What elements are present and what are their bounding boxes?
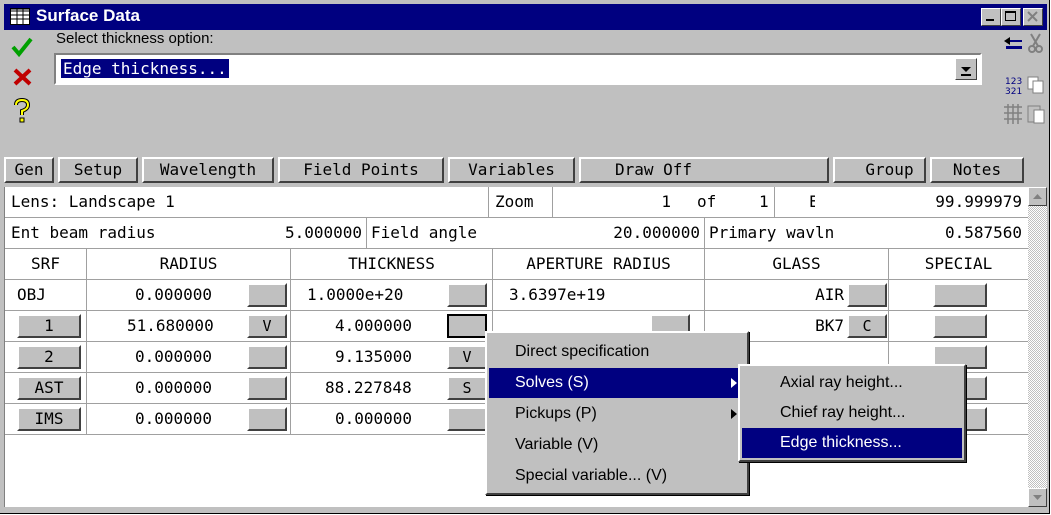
scroll-up-button[interactable] <box>1028 187 1047 206</box>
submenu-item-chief-ray-height[interactable]: Chief ray height... <box>742 398 962 428</box>
glass-solve-button[interactable]: C <box>847 314 887 338</box>
submenu-item-edge-thickness[interactable]: Edge thickness... <box>742 428 962 458</box>
menu-item-label: Pickups (P) <box>515 405 597 422</box>
submenu-item-axial-ray-height[interactable]: Axial ray height... <box>742 368 962 398</box>
svg-text:123: 123 <box>1005 77 1022 87</box>
efl-label: Efl <box>775 187 815 218</box>
menu-item-direct-specification[interactable]: Direct specification <box>489 337 745 367</box>
title-bar[interactable]: Surface Data <box>4 4 1047 30</box>
zoom-total: 1 <box>717 187 775 218</box>
solves-submenu: Axial ray height... Chief ray height... … <box>738 364 966 462</box>
chevron-down-icon <box>961 67 971 76</box>
surface-button-1[interactable]: 1 <box>17 314 81 338</box>
help-icon[interactable] <box>12 98 32 124</box>
combo-value: Edge thickness... <box>61 59 229 78</box>
chevron-down-icon <box>1033 495 1042 500</box>
window-title: Surface Data <box>36 6 140 25</box>
menu-item-special-variable[interactable]: Special variable... (V) <box>489 461 745 491</box>
cut-icon[interactable] <box>1026 32 1046 54</box>
efl-value: 99.999979 <box>815 187 1029 218</box>
lens-label: Lens: Landscape 1 <box>5 187 489 218</box>
col-header-thickness: THICKNESS <box>291 249 493 280</box>
col-header-special: SPECIAL <box>889 249 1029 280</box>
col-header-srf: SRF <box>5 249 87 280</box>
close-button[interactable] <box>1023 8 1043 26</box>
of-label: of <box>677 187 717 218</box>
thickness-solve-button[interactable] <box>447 407 487 431</box>
menu-item-solves[interactable]: Solves (S) <box>489 368 745 398</box>
thickness-option-select[interactable]: Edge thickness... <box>54 53 982 85</box>
radius-solve-button[interactable] <box>247 376 287 400</box>
zoom-value: 1 <box>553 187 677 218</box>
thickness-solve-button-active[interactable] <box>447 314 487 338</box>
maximize-button[interactable] <box>1001 8 1021 26</box>
menu-item-label: Solves (S) <box>515 374 589 391</box>
special-button[interactable] <box>933 283 987 307</box>
tab-wavelength[interactable]: Wavelength <box>142 157 274 183</box>
paste-icon[interactable] <box>1026 102 1046 126</box>
checkmark-icon[interactable] <box>10 36 34 58</box>
zoom-label: Zoom <box>489 187 553 218</box>
thickness-context-menu: Direct specification Solves (S) Pickups … <box>485 331 749 495</box>
minimize-button[interactable] <box>981 8 1001 26</box>
special-button[interactable] <box>933 314 987 338</box>
submenu-arrow-icon <box>731 409 737 419</box>
field-angle-value: 20.000000 <box>497 218 705 249</box>
menu-item-variable[interactable]: Variable (V) <box>489 430 745 460</box>
tab-gen[interactable]: Gen <box>4 157 54 183</box>
tab-field-points[interactable]: Field Points <box>278 157 444 183</box>
chevron-up-icon <box>1033 194 1042 199</box>
thickness-solve-button[interactable]: S <box>447 376 487 400</box>
thickness-solve-button[interactable] <box>447 283 487 307</box>
field-angle-label: Field angle <box>367 218 497 249</box>
table-icon <box>10 8 30 25</box>
radius-solve-button[interactable] <box>247 283 287 307</box>
prompt-label: Select thickness option: <box>56 30 214 47</box>
surface-label-obj: OBJ <box>5 280 87 311</box>
surface-button-2[interactable]: 2 <box>17 345 81 369</box>
radius-solve-button[interactable] <box>247 407 287 431</box>
tab-draw-off[interactable]: Draw Off <box>579 157 829 183</box>
ent-beam-radius-label: Ent beam radius <box>5 218 217 249</box>
thickness-solve-button[interactable]: V <box>447 345 487 369</box>
grid-icon[interactable] <box>1002 102 1024 126</box>
primary-wavln-value: 0.587560 <box>865 218 1029 249</box>
submenu-arrow-icon <box>731 378 737 388</box>
tab-group[interactable]: Group <box>833 157 926 183</box>
surface-button-ast[interactable]: AST <box>17 376 81 400</box>
close-x-icon[interactable] <box>12 67 34 87</box>
col-header-aperture-radius: APERTURE RADIUS <box>493 249 705 280</box>
menu-item-pickups[interactable]: Pickups (P) <box>489 399 745 429</box>
surface-data-window: Surface Data Select thickness option: Ed… <box>0 0 1050 514</box>
ent-beam-radius-value: 5.000000 <box>217 218 367 249</box>
vertical-scrollbar[interactable] <box>1028 187 1047 507</box>
tab-notes[interactable]: Notes <box>930 157 1024 183</box>
aperture-cell[interactable]: 3.6397e+19 <box>493 280 705 311</box>
surface-button-ims[interactable]: IMS <box>17 407 81 431</box>
scroll-down-button[interactable] <box>1028 488 1047 507</box>
edit-icon[interactable] <box>1002 34 1024 54</box>
svg-text:321: 321 <box>1005 87 1022 97</box>
tab-variables[interactable]: Variables <box>448 157 575 183</box>
glass-solve-button[interactable] <box>847 283 887 307</box>
sort-icon[interactable]: 123 321 <box>1002 74 1024 98</box>
col-header-glass: GLASS <box>705 249 889 280</box>
radius-solve-button[interactable] <box>247 345 287 369</box>
tab-setup[interactable]: Setup <box>58 157 138 183</box>
primary-wavln-label: Primary wavln <box>705 218 865 249</box>
col-header-radius: RADIUS <box>87 249 291 280</box>
copy-icon[interactable] <box>1026 74 1046 96</box>
dropdown-arrow-button[interactable] <box>955 58 977 80</box>
radius-solve-button[interactable]: V <box>247 314 287 338</box>
